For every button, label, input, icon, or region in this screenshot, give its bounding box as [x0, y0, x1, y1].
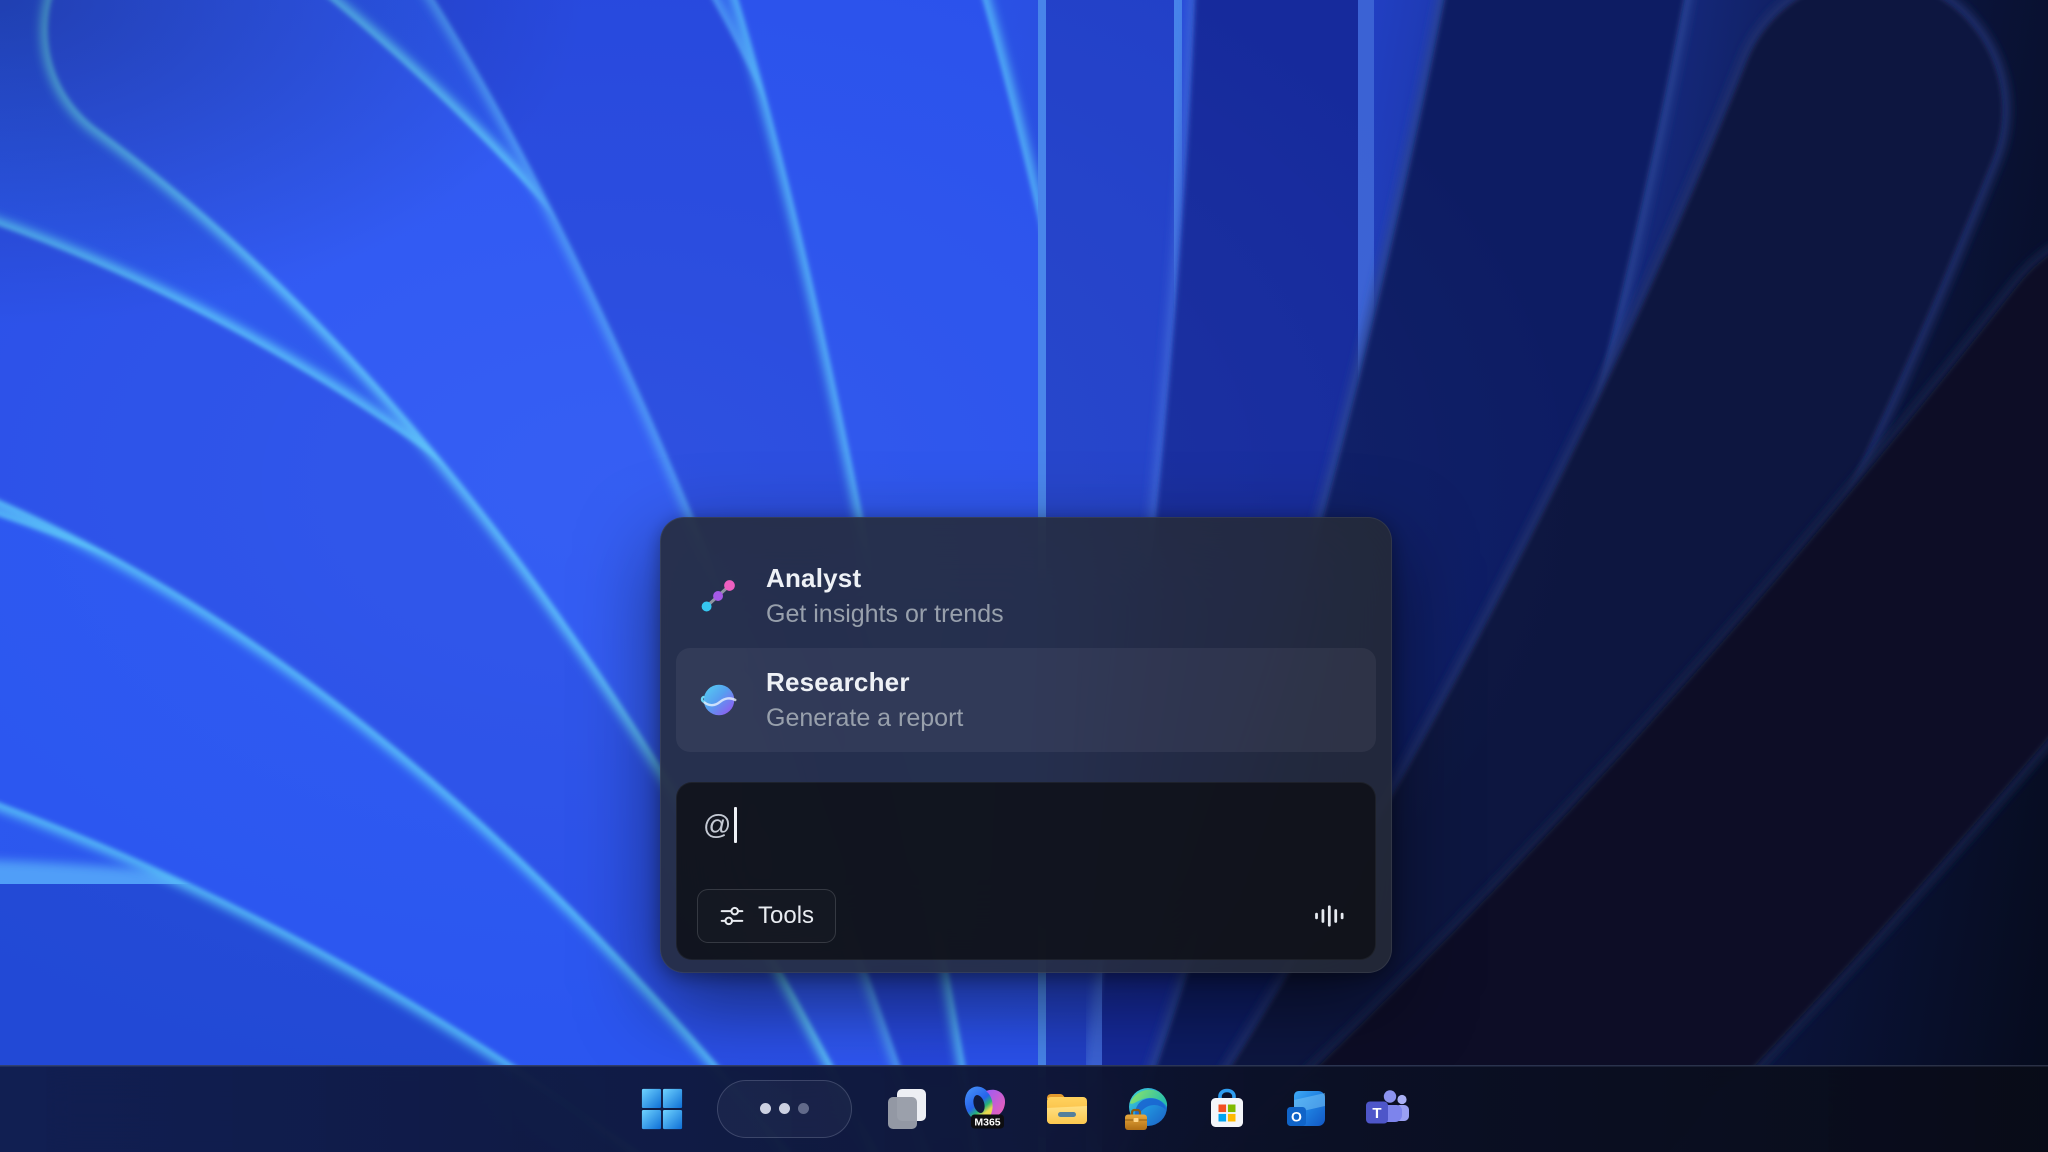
waveform-icon [1313, 900, 1345, 932]
prompt-composer: @ Tools [676, 782, 1376, 960]
researcher-icon [698, 679, 740, 721]
taskbar: M365 [0, 1065, 2048, 1152]
text-caret [734, 807, 737, 843]
search-dot [779, 1103, 790, 1114]
start-button[interactable] [637, 1084, 687, 1134]
outlook-icon: O [1284, 1086, 1330, 1132]
m365-copilot-button[interactable]: M365 [962, 1084, 1012, 1134]
edge-button[interactable] [1122, 1084, 1172, 1134]
prompt-text: @ [703, 809, 731, 841]
windows-logo-icon [640, 1087, 684, 1131]
microsoft-store-button[interactable] [1202, 1084, 1252, 1134]
edge-browser-icon [1124, 1086, 1170, 1132]
task-view-button[interactable] [882, 1084, 932, 1134]
search-dot [760, 1103, 771, 1114]
composer-toolbar: Tools [697, 889, 1349, 943]
search-dot [798, 1103, 809, 1114]
teams-letter: T [1372, 1105, 1381, 1122]
m365-badge-label: M365 [974, 1116, 1000, 1128]
desktop: Analyst Get insights or trends [0, 0, 2048, 1152]
teams-button[interactable]: T [1362, 1084, 1412, 1134]
file-explorer-button[interactable] [1042, 1084, 1092, 1134]
analyst-icon [698, 575, 740, 617]
agent-item-researcher[interactable]: Researcher Generate a report [676, 648, 1376, 752]
microsoft-store-icon [1204, 1086, 1250, 1132]
outlook-letter: O [1291, 1108, 1302, 1124]
sliders-icon [719, 903, 745, 929]
agent-description: Get insights or trends [766, 599, 1004, 629]
taskbar-search-button[interactable] [717, 1080, 852, 1138]
agent-title: Analyst [766, 563, 1004, 594]
teams-icon: T [1364, 1086, 1410, 1132]
tools-button[interactable]: Tools [697, 889, 836, 943]
voice-input-button[interactable] [1309, 896, 1349, 936]
tools-button-label: Tools [758, 902, 814, 930]
agent-item-analyst[interactable]: Analyst Get insights or trends [676, 544, 1376, 648]
m365-copilot-icon: M365 [964, 1086, 1010, 1132]
file-explorer-icon [1044, 1086, 1090, 1132]
agent-title: Researcher [766, 667, 963, 698]
copilot-agent-popup: Analyst Get insights or trends [660, 517, 1392, 973]
agent-description: Generate a report [766, 703, 963, 733]
prompt-textbox[interactable]: @ [703, 807, 1349, 843]
task-view-icon [884, 1086, 930, 1132]
outlook-button[interactable]: O [1282, 1084, 1332, 1134]
